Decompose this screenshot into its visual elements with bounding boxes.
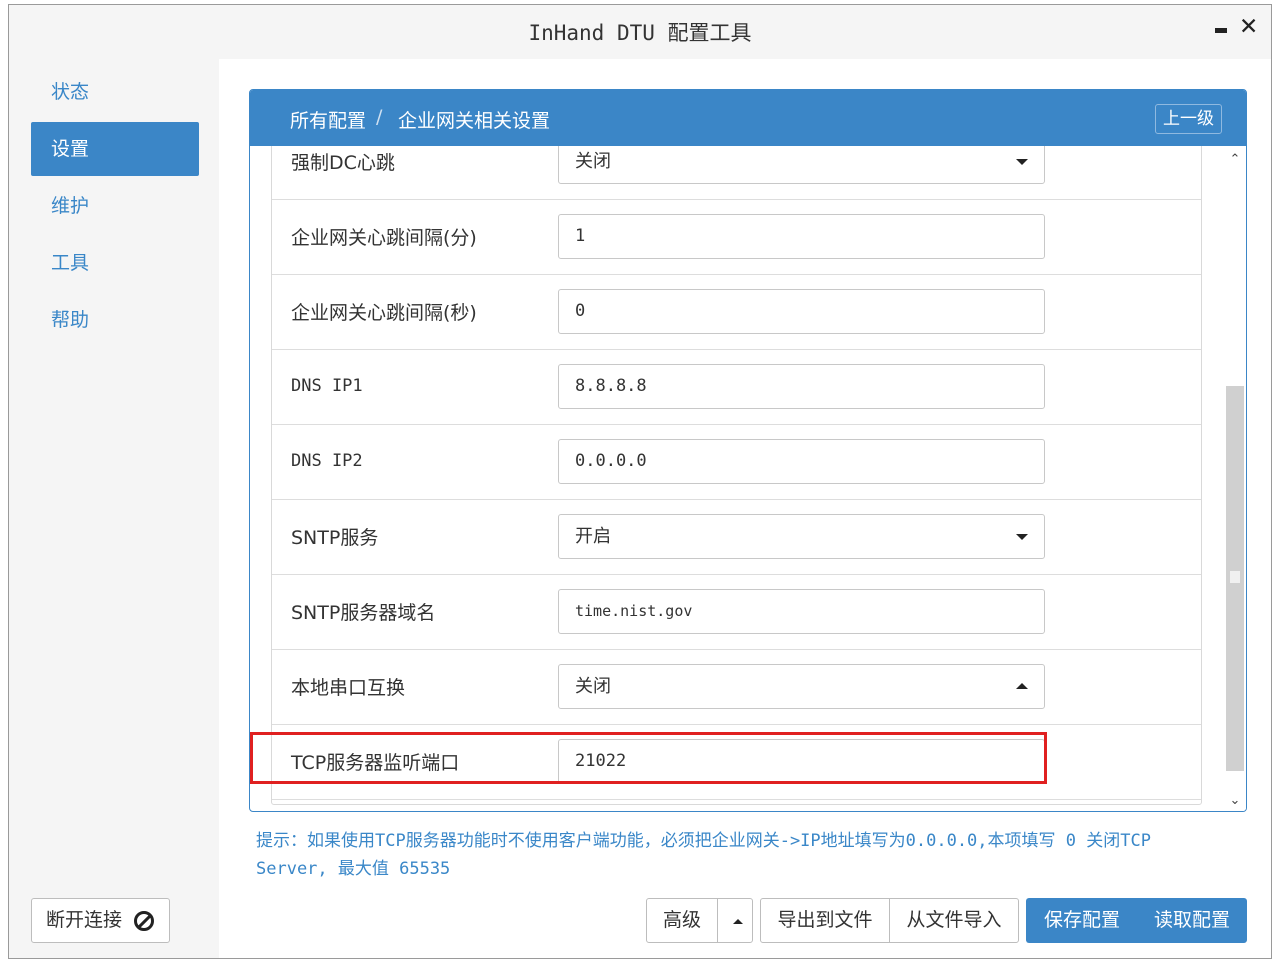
- tcp-listen-port-input[interactable]: 21022: [558, 739, 1045, 784]
- breadcrumb-current: 企业网关相关设置: [398, 110, 551, 132]
- advanced-button[interactable]: 高级: [646, 898, 718, 943]
- hint-text: 提示：如果使用TCP服务器功能时不使用客户端功能，必须把企业网关->IP地址填写…: [256, 827, 1236, 883]
- breadcrumb-separator: /: [376, 106, 383, 128]
- setting-label: DNS IP2: [291, 451, 363, 471]
- up-level-button[interactable]: 上一级: [1155, 104, 1222, 134]
- sidebar-item-status[interactable]: 状态: [31, 65, 199, 119]
- minimize-icon[interactable]: [1215, 28, 1227, 33]
- window-title: InHand DTU 配置工具: [528, 21, 752, 45]
- read-config-button[interactable]: 读取配置: [1137, 898, 1247, 943]
- panel-body: 强制DC心跳 关闭 企业网关心跳间隔(分) 1 企业网关心跳间隔(秒) 0 DN…: [250, 146, 1246, 811]
- setting-row-tcp-listen-port: TCP服务器监听端口 21022: [272, 725, 1201, 800]
- setting-label: SNTP服务: [291, 527, 379, 549]
- scrollbar-thumb[interactable]: [1226, 386, 1244, 771]
- title-bar: InHand DTU 配置工具 ✕: [9, 5, 1271, 59]
- import-from-file-button[interactable]: 从文件导入: [889, 898, 1019, 943]
- main-content: 所有配置 / 企业网关相关设置 上一级 强制DC心跳 关闭 企业网关心跳间隔(分: [219, 59, 1271, 958]
- sidebar-item-help[interactable]: 帮助: [31, 293, 199, 347]
- scroll-down-icon[interactable]: ⌄: [1229, 794, 1241, 807]
- select-value: 关闭: [575, 676, 611, 697]
- setting-row-dns-ip1: DNS IP1 8.8.8.8: [272, 350, 1201, 425]
- breadcrumb-all-config[interactable]: 所有配置: [290, 106, 366, 133]
- scrollbar-grip: [1230, 571, 1240, 583]
- chevron-down-icon: [1016, 159, 1028, 165]
- disconnect-button[interactable]: 断开连接: [31, 898, 170, 943]
- dns-ip1-input[interactable]: 8.8.8.8: [558, 364, 1045, 409]
- settings-panel: 所有配置 / 企业网关相关设置 上一级 强制DC心跳 关闭 企业网关心跳间隔(分: [249, 89, 1247, 812]
- setting-row-forced-dc-heartbeat: 强制DC心跳 关闭: [272, 146, 1201, 200]
- setting-row-heartbeat-minutes: 企业网关心跳间隔(分) 1: [272, 200, 1201, 275]
- chevron-up-icon: [1016, 683, 1028, 689]
- setting-label: 企业网关心跳间隔(秒): [291, 302, 477, 324]
- panel-scrollbar[interactable]: ⌃ ⌄: [1224, 150, 1246, 811]
- forced-dc-heartbeat-select[interactable]: 关闭: [558, 146, 1045, 184]
- hint-line-1: 提示：如果使用TCP服务器功能时不使用客户端功能，必须把企业网关->IP地址填写…: [256, 831, 1151, 851]
- setting-label: DNS IP1: [291, 376, 363, 396]
- setting-label: 企业网关心跳间隔(分): [291, 227, 477, 249]
- sidebar: 状态 设置 维护 工具 帮助: [9, 59, 219, 958]
- panel-header: 所有配置 / 企业网关相关设置 上一级: [250, 90, 1246, 146]
- sidebar-item-tools[interactable]: 工具: [31, 236, 199, 290]
- heartbeat-seconds-input[interactable]: 0: [558, 289, 1045, 334]
- ban-icon: [134, 911, 154, 931]
- chevron-down-icon: [1016, 534, 1028, 540]
- setting-row-sntp-service: SNTP服务 开启: [272, 500, 1201, 575]
- disconnect-label: 断开连接: [46, 909, 123, 931]
- hint-line-2: Server, 最大值 65535: [256, 859, 451, 879]
- select-value: 关闭: [575, 151, 611, 172]
- setting-label: 本地串口互换: [291, 677, 406, 699]
- save-config-button[interactable]: 保存配置: [1026, 898, 1138, 943]
- select-value: 开启: [575, 526, 611, 547]
- heartbeat-minutes-input[interactable]: 1: [558, 214, 1045, 259]
- settings-list: 强制DC心跳 关闭 企业网关心跳间隔(分) 1 企业网关心跳间隔(秒) 0 DN…: [271, 146, 1202, 805]
- serial-swap-select[interactable]: 关闭: [558, 664, 1045, 709]
- setting-label: 强制DC心跳: [291, 152, 395, 174]
- sidebar-item-maintenance[interactable]: 维护: [31, 179, 199, 233]
- export-to-file-button[interactable]: 导出到文件: [760, 898, 890, 943]
- setting-label: TCP服务器监听端口: [291, 752, 460, 774]
- sntp-service-select[interactable]: 开启: [558, 514, 1045, 559]
- caret-up-icon: [733, 919, 743, 924]
- scroll-up-icon[interactable]: ⌃: [1229, 153, 1241, 166]
- dns-ip2-input[interactable]: 0.0.0.0: [558, 439, 1045, 484]
- setting-row-serial-swap: 本地串口互换 关闭: [272, 650, 1201, 725]
- sntp-server-input[interactable]: time.nist.gov: [558, 589, 1045, 634]
- close-icon[interactable]: ✕: [1239, 16, 1258, 39]
- setting-row-heartbeat-seconds: 企业网关心跳间隔(秒) 0: [272, 275, 1201, 350]
- setting-label: SNTP服务器域名: [291, 602, 436, 624]
- advanced-dropdown-button[interactable]: [717, 898, 753, 943]
- setting-row-dns-ip2: DNS IP2 0.0.0.0: [272, 425, 1201, 500]
- setting-row-sntp-server: SNTP服务器域名 time.nist.gov: [272, 575, 1201, 650]
- sidebar-item-settings[interactable]: 设置: [31, 122, 199, 176]
- app-window: InHand DTU 配置工具 ✕ 状态 设置 维护 工具 帮助 断开连接 所有…: [8, 4, 1272, 959]
